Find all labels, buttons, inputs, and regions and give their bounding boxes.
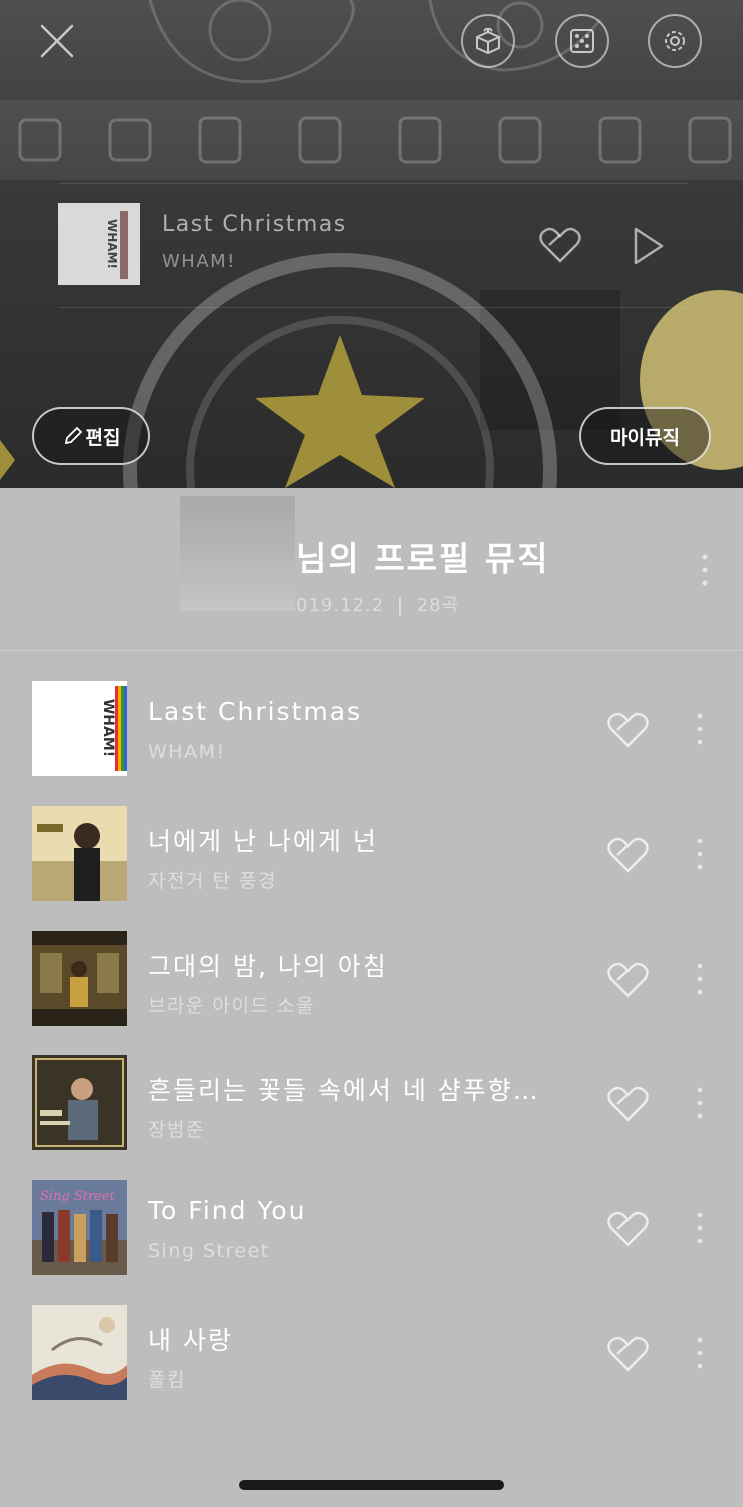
separator: | — [396, 595, 404, 616]
song-row[interactable]: 내 사랑 폴킴 — [0, 1305, 743, 1405]
now-playing-title[interactable]: Last Christmas — [162, 212, 347, 237]
now-playing-cover[interactable]: WHAM! — [58, 203, 140, 285]
divider — [58, 183, 688, 184]
more-options-icon[interactable] — [690, 711, 710, 747]
song-title: 그대의 밤, 나의 아침 — [148, 952, 388, 981]
playlist-date: 019.12.2 — [296, 595, 385, 616]
close-icon[interactable] — [38, 22, 76, 60]
svg-text:Sing Street: Sing Street — [40, 1189, 116, 1204]
song-artist: Sing Street — [148, 1240, 270, 1262]
edit-label: 편집 — [85, 426, 121, 449]
song-row[interactable]: WHAM! Last Christmas WHAM! — [0, 681, 743, 781]
pencil-icon — [64, 426, 82, 445]
profile-header: WHAM! Last Christmas WHAM! 편집 마이뮤직 — [0, 0, 743, 488]
song-artist: WHAM! — [148, 741, 226, 763]
song-row[interactable]: 흔들리는 꽃들 속에서 네 샴푸향… 장범준 — [0, 1055, 743, 1155]
like-icon[interactable] — [606, 710, 650, 750]
more-options-icon[interactable] — [690, 552, 720, 588]
home-indicator[interactable] — [239, 1480, 504, 1490]
song-artist: 장범준 — [148, 1119, 205, 1141]
song-row[interactable]: 너에게 난 나에게 넌 자전거 탄 풍경 — [0, 806, 743, 906]
album-cover — [32, 931, 127, 1026]
album-cover — [32, 806, 127, 901]
song-title: 내 사랑 — [148, 1326, 233, 1355]
more-options-icon[interactable] — [690, 836, 710, 872]
playlist-meta: 019.12.2 | 28곡 — [296, 591, 459, 617]
like-icon[interactable] — [606, 1209, 650, 1249]
divider — [0, 650, 743, 651]
play-icon[interactable] — [628, 224, 668, 268]
song-title: Last Christmas — [148, 697, 363, 726]
my-music-label: 마이뮤직 — [610, 426, 680, 449]
random-button[interactable] — [555, 14, 609, 68]
svg-text:WHAM!: WHAM! — [100, 699, 116, 757]
song-title: 흔들리는 꽃들 속에서 네 샴푸향… — [148, 1076, 540, 1105]
now-playing-artist: WHAM! — [162, 251, 236, 272]
like-icon[interactable] — [606, 1084, 650, 1124]
song-row[interactable]: 그대의 밤, 나의 아침 브라운 아이드 소울 — [0, 931, 743, 1031]
album-cover: WHAM! — [32, 681, 127, 776]
edit-button[interactable]: 편집 — [32, 407, 150, 465]
album-cover — [32, 1305, 127, 1400]
settings-button[interactable] — [648, 14, 702, 68]
playlist-thumbnail — [180, 496, 295, 611]
like-icon[interactable] — [606, 1334, 650, 1374]
song-title: To Find You — [148, 1196, 307, 1225]
song-artist: 브라운 아이드 소울 — [148, 995, 315, 1017]
svg-text:WHAM!: WHAM! — [105, 219, 119, 269]
song-artist: 폴킴 — [148, 1369, 186, 1391]
song-artist: 자전거 탄 풍경 — [148, 870, 277, 892]
song-count: 28곡 — [416, 595, 460, 616]
album-cover-image: WHAM! — [58, 203, 140, 285]
gear-icon — [665, 31, 685, 51]
divider — [58, 307, 688, 308]
more-options-icon[interactable] — [690, 1210, 710, 1246]
more-options-icon[interactable] — [690, 1335, 710, 1371]
song-title: 너에게 난 나에게 넌 — [148, 827, 378, 856]
more-options-icon[interactable] — [690, 961, 710, 997]
my-music-button[interactable]: 마이뮤직 — [579, 407, 711, 465]
more-options-icon[interactable] — [690, 1085, 710, 1121]
gift-box-button[interactable] — [461, 14, 515, 68]
playlist-title: 님의 프로필 뮤직 — [296, 539, 550, 578]
like-icon[interactable] — [606, 835, 650, 875]
album-cover — [32, 1055, 127, 1150]
like-icon[interactable] — [606, 960, 650, 1000]
song-row[interactable]: Sing Street To Find You Sing Street — [0, 1180, 743, 1280]
like-icon[interactable] — [538, 225, 582, 265]
album-cover: Sing Street — [32, 1180, 127, 1275]
gift-box-icon — [476, 27, 500, 55]
dice-icon — [570, 29, 594, 53]
